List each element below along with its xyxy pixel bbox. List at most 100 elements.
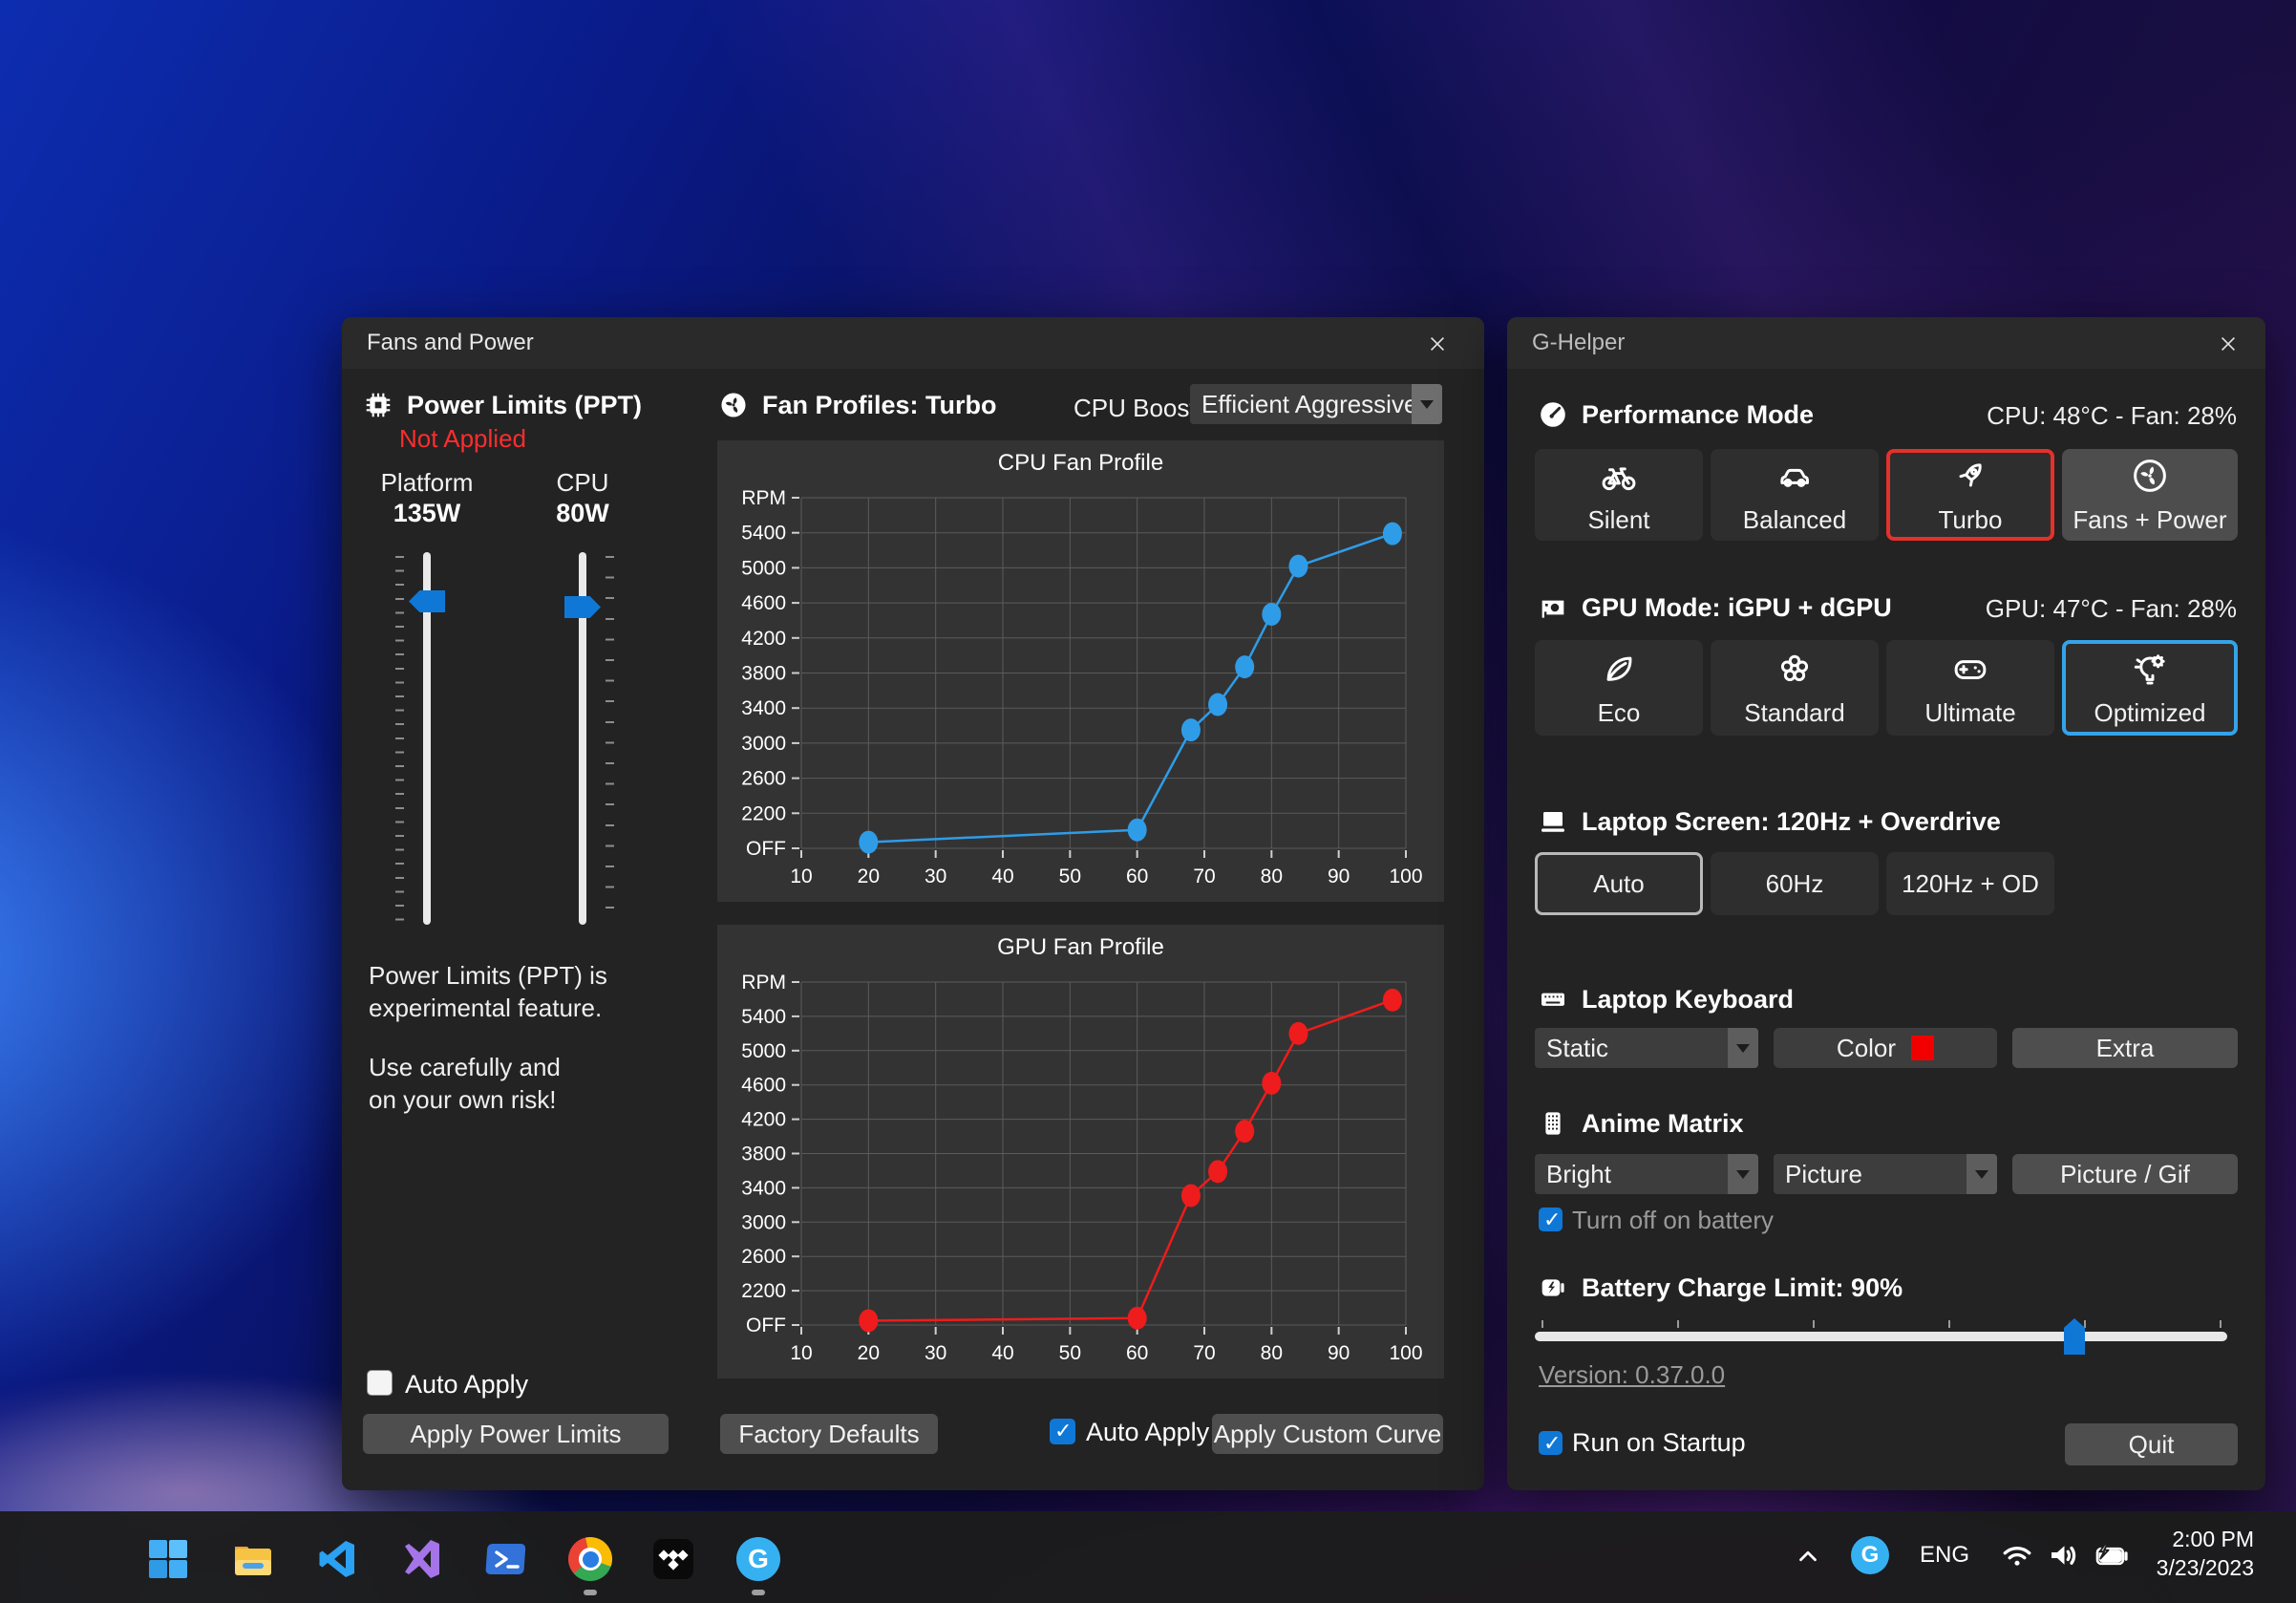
cpu-boost-dropdown[interactable]: Efficient Aggressive [1190, 384, 1442, 424]
platform-value: 135W [370, 499, 484, 528]
battery-slider-track[interactable] [1535, 1332, 2227, 1341]
screen-button-60hz[interactable]: 60Hz [1711, 852, 1879, 915]
apply-power-limits-button[interactable]: Apply Power Limits [363, 1414, 669, 1454]
gpu-button-optimized[interactable]: Optimized [2062, 640, 2238, 736]
turn-off-on-battery-label: Turn off on battery [1572, 1206, 1774, 1235]
gpu-fan-chart-panel: GPU Fan Profile OFF220026003000340038004… [717, 925, 1444, 1379]
terminal-button[interactable] [485, 1537, 529, 1581]
mode-button-balanced[interactable]: Balanced [1711, 449, 1879, 541]
anime-brightness-dropdown[interactable]: Bright [1535, 1154, 1758, 1194]
gpu-fan-curve-chart[interactable]: OFF220026003000340038004200460050005400R… [717, 969, 1444, 1379]
ghelper-title: G-Helper [1532, 317, 1625, 369]
visual-studio-button[interactable] [400, 1537, 444, 1581]
turn-off-on-battery-checkbox[interactable] [1539, 1208, 1563, 1231]
gpu-card-icon [1538, 592, 1568, 623]
svg-text:RPM: RPM [741, 487, 786, 509]
gpu-button-ultimate[interactable]: Ultimate [1886, 640, 2054, 736]
anime-brightness-dropdown-button[interactable] [1728, 1154, 1758, 1194]
cpu-fan-curve-chart[interactable]: OFF220026003000340038004200460050005400R… [717, 484, 1444, 902]
fans-window-title: Fans and Power [367, 317, 534, 369]
vscode-icon [316, 1537, 360, 1581]
tray-battery-button[interactable] [2094, 1540, 2130, 1577]
file-explorer-icon [231, 1537, 275, 1581]
fans-window-titlebar[interactable]: Fans and Power [342, 317, 1484, 369]
svg-text:2600: 2600 [741, 1246, 786, 1268]
mode-button-turbo[interactable]: Turbo [1886, 449, 2054, 541]
tray-chevron-button[interactable] [1794, 1542, 1822, 1575]
tray-ghelper-icon[interactable]: G [1851, 1536, 1889, 1574]
power-auto-apply-checkbox[interactable] [367, 1370, 393, 1396]
svg-text:2600: 2600 [741, 768, 786, 790]
cpu-fan-chart-panel: CPU Fan Profile OFF220026003000340038004… [717, 440, 1444, 902]
svg-text:30: 30 [925, 1342, 946, 1364]
mode-button-fans-power[interactable]: Fans + Power [2062, 449, 2238, 541]
quit-button[interactable]: Quit [2065, 1423, 2238, 1465]
mode-button-label: 120Hz + OD [1902, 869, 2039, 899]
cpu-boost-label: CPU Boost [1074, 394, 1197, 423]
version-link[interactable]: Version: 0.37.0.0 [1539, 1360, 1725, 1390]
fan-profiles-header-row: Fan Profiles: Turbo [718, 390, 997, 420]
ghelper-close-button[interactable] [2212, 328, 2244, 360]
power-limits-note-2: Use carefully and on your own risk! [369, 1051, 561, 1116]
svg-text:3400: 3400 [741, 1177, 786, 1199]
keyboard-color-label: Color [1837, 1034, 1896, 1063]
svg-text:2200: 2200 [741, 802, 786, 824]
svg-text:50: 50 [1059, 866, 1081, 887]
fans-window-close-button[interactable] [1421, 328, 1454, 360]
powershell-icon [485, 1537, 529, 1581]
cpu-slider-ticks [606, 556, 614, 923]
power-limits-header-row: Power Limits (PPT) [363, 390, 642, 420]
chrome-running-indicator [584, 1590, 597, 1595]
ghelper-taskbar-button[interactable]: G [736, 1537, 780, 1581]
platform-slider-thumb[interactable] [409, 590, 445, 612]
factory-defaults-button[interactable]: Factory Defaults [720, 1414, 938, 1454]
anime-mode-dropdown-button[interactable] [1966, 1154, 1997, 1194]
svg-text:30: 30 [925, 866, 946, 887]
chevron-up-icon [1794, 1542, 1822, 1571]
keyboard-mode-value: Static [1546, 1034, 1608, 1063]
svg-text:70: 70 [1193, 866, 1215, 887]
cpu-boost-value: Efficient Aggressive [1201, 390, 1417, 419]
tray-wifi-button[interactable] [2000, 1538, 2034, 1577]
svg-text:5000: 5000 [741, 557, 786, 579]
file-explorer-button[interactable] [231, 1537, 275, 1581]
keyboard-extra-button[interactable]: Extra [2012, 1028, 2238, 1068]
chrome-button[interactable] [568, 1537, 612, 1581]
curve-auto-apply-checkbox[interactable] [1050, 1419, 1075, 1444]
apply-custom-curve-button[interactable]: Apply Custom Curve [1212, 1414, 1443, 1454]
svg-text:10: 10 [790, 866, 812, 887]
mode-button-label: Balanced [1743, 505, 1846, 535]
tray-language[interactable]: ENG [1920, 1542, 1969, 1569]
vscode-button[interactable] [316, 1537, 360, 1581]
start-button[interactable] [146, 1537, 190, 1581]
battery-bolt-icon [1538, 1272, 1568, 1303]
tidal-button[interactable] [651, 1537, 695, 1581]
fan-profiles-header: Fan Profiles: Turbo [762, 391, 997, 420]
keyboard-mode-dropdown[interactable]: Static [1535, 1028, 1758, 1068]
anime-picture-gif-button[interactable]: Picture / Gif [2012, 1154, 2238, 1194]
keyboard-mode-dropdown-button[interactable] [1728, 1028, 1758, 1068]
windows-start-icon [146, 1537, 190, 1581]
keyboard-color-button[interactable]: Color [1774, 1028, 1997, 1068]
battery-header-row: Battery Charge Limit: 90% [1538, 1272, 1903, 1303]
gpu-button-eco[interactable]: Eco [1535, 640, 1703, 736]
svg-text:3400: 3400 [741, 697, 786, 719]
screen-button-120hz-od[interactable]: 120Hz + OD [1886, 852, 2054, 915]
tray-volume-button[interactable] [2046, 1538, 2080, 1577]
cpu-slider-thumb[interactable] [564, 596, 601, 618]
gpu-button-standard[interactable]: Standard [1711, 640, 1879, 736]
run-on-startup-label: Run on Startup [1572, 1428, 1746, 1458]
run-on-startup-checkbox[interactable] [1539, 1431, 1563, 1455]
svg-text:4200: 4200 [741, 1109, 786, 1131]
color-swatch [1911, 1036, 1934, 1060]
cpu-boost-dropdown-button[interactable] [1412, 384, 1442, 424]
anime-mode-dropdown[interactable]: Picture [1774, 1154, 1997, 1194]
svg-text:70: 70 [1193, 1342, 1215, 1364]
screen-button-auto[interactable]: Auto [1535, 852, 1703, 915]
ghelper-titlebar[interactable]: G-Helper [1507, 317, 2265, 369]
car-icon [1775, 456, 1815, 496]
battery-charging-icon [2094, 1540, 2130, 1572]
mode-button-silent[interactable]: Silent [1535, 449, 1703, 541]
tray-clock[interactable]: 2:00 PM 3/23/2023 [2130, 1525, 2254, 1582]
svg-text:100: 100 [1389, 866, 1422, 887]
